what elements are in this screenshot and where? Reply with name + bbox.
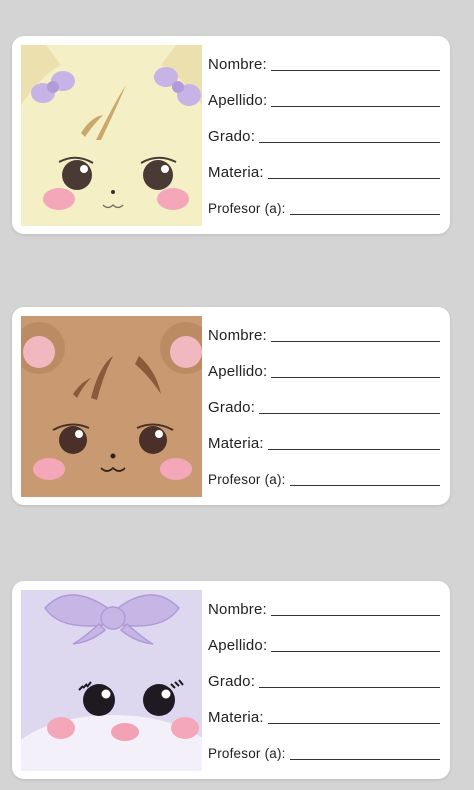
field-profesor[interactable]: Profesor (a): [208,739,440,763]
write-line[interactable] [270,615,440,616]
write-line[interactable] [259,687,440,688]
field-label: Materia: [208,164,264,181]
field-apellido[interactable]: Apellido: [208,86,440,110]
cat-icon [21,45,202,226]
write-line[interactable] [259,142,440,143]
field-label: Apellido: [208,92,268,109]
bear-icon [21,316,202,497]
field-label: Materia: [208,709,264,726]
label-card-cat: Nombre: Apellido: Grado: Materia: Profes… [12,36,450,234]
write-line[interactable] [267,178,440,179]
label-card-bear: Nombre: Apellido: Grado: Materia: Profes… [12,307,450,505]
field-label: Materia: [208,435,264,452]
write-line[interactable] [267,723,440,724]
bunny-face-illustration [21,590,202,771]
field-apellido[interactable]: Apellido: [208,357,440,381]
field-label: Grado: [208,399,256,416]
write-line[interactable] [271,377,440,378]
field-grado[interactable]: Grado: [208,393,440,417]
field-label: Nombre: [208,601,267,618]
field-materia[interactable]: Materia: [208,158,440,182]
field-label: Profesor (a): [208,472,286,487]
field-profesor[interactable]: Profesor (a): [208,465,440,489]
write-line[interactable] [289,485,440,486]
field-label: Profesor (a): [208,201,286,216]
write-line[interactable] [271,106,440,107]
field-profesor[interactable]: Profesor (a): [208,194,440,218]
field-label: Profesor (a): [208,746,286,761]
bear-face-illustration [21,316,202,497]
field-materia[interactable]: Materia: [208,429,440,453]
field-label: Apellido: [208,637,268,654]
write-line[interactable] [267,449,440,450]
field-label: Grado: [208,128,256,145]
write-line[interactable] [270,341,440,342]
field-grado[interactable]: Grado: [208,667,440,691]
label-card-bunny: Nombre: Apellido: Grado: Materia: Profes… [12,581,450,779]
cat-face-illustration [21,45,202,226]
field-label: Apellido: [208,363,268,380]
write-line[interactable] [271,651,440,652]
write-line[interactable] [289,759,440,760]
field-grado[interactable]: Grado: [208,122,440,146]
field-nombre[interactable]: Nombre: [208,321,440,345]
field-nombre[interactable]: Nombre: [208,50,440,74]
field-label: Nombre: [208,56,267,73]
write-line[interactable] [289,214,440,215]
field-apellido[interactable]: Apellido: [208,631,440,655]
bunny-icon [21,590,202,771]
field-materia[interactable]: Materia: [208,703,440,727]
write-line[interactable] [270,70,440,71]
field-label: Nombre: [208,327,267,344]
field-label: Grado: [208,673,256,690]
field-nombre[interactable]: Nombre: [208,595,440,619]
write-line[interactable] [259,413,440,414]
